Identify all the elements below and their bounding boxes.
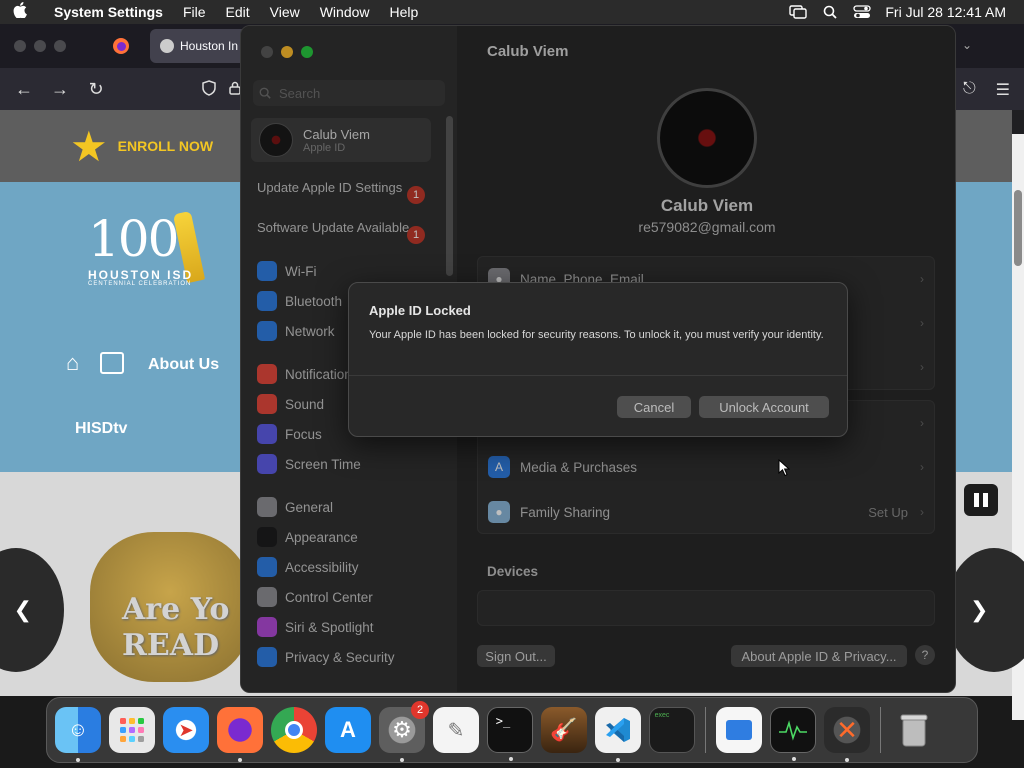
calendar-icon[interactable] <box>100 352 124 374</box>
hero-text: Are Yo READ <box>122 592 229 664</box>
browser-traffic-lights <box>0 40 66 52</box>
dialog-message: Your Apple ID has been locked for securi… <box>369 329 824 341</box>
spotlight-search-icon[interactable] <box>821 5 839 19</box>
menu-view[interactable]: View <box>260 4 310 20</box>
app-store-icon: A <box>340 717 356 742</box>
apple-id-locked-dialog: Apple ID Locked Your Apple ID has been l… <box>348 282 848 437</box>
dock-keynote[interactable] <box>716 707 762 753</box>
x-cross-icon: ✕ <box>836 714 858 745</box>
browser-scroll-thumb[interactable] <box>1014 190 1022 266</box>
terminal-icon: >_ <box>495 714 511 728</box>
hero-text-line-1: Are Yo <box>122 592 230 627</box>
safari-compass-icon: ➤ <box>178 719 194 740</box>
chevron-right-icon: ❯ <box>970 597 989 622</box>
menubar: System Settings File Edit View Window He… <box>0 0 1024 24</box>
browser-toolbar-right: ⎋ ☰ <box>963 80 1010 100</box>
activity-monitor-icon <box>779 720 807 741</box>
gear-icon: ⚙ <box>392 717 412 742</box>
apple-menu-icon[interactable] <box>0 1 40 23</box>
dock-separator <box>880 707 881 753</box>
menu-edit[interactable]: Edit <box>216 4 260 20</box>
dock-app-store[interactable]: A <box>325 707 371 753</box>
screen-mirroring-icon[interactable] <box>789 5 808 19</box>
hamburger-menu-icon[interactable]: ☰ <box>996 80 1010 100</box>
menu-help[interactable]: Help <box>380 4 429 20</box>
dock-terminal[interactable]: >_ <box>487 707 533 761</box>
dialog-title: Apple ID Locked <box>369 303 471 318</box>
textedit-icon: ✎ <box>447 719 465 742</box>
chrome-icon <box>285 721 303 739</box>
dock-textedit[interactable]: ✎ <box>433 707 479 753</box>
back-arrow-icon[interactable]: ← <box>6 79 42 100</box>
dock-separator <box>705 707 706 753</box>
dock-system-settings[interactable]: ⚙ 2 <box>379 701 429 762</box>
cancel-button[interactable]: Cancel <box>617 396 691 418</box>
browser-minimize-button[interactable] <box>34 40 46 52</box>
notification-badge: 2 <box>411 701 429 719</box>
browser-close-button[interactable] <box>14 40 26 52</box>
firefox-tab-icon[interactable] <box>106 31 136 61</box>
menu-window[interactable]: Window <box>310 4 380 20</box>
hisd-logo-sub: CENTENNIAL CELEBRATION <box>88 281 192 287</box>
browser-zoom-button[interactable] <box>54 40 66 52</box>
chevron-left-icon: ❮ <box>13 597 32 622</box>
enroll-now-link[interactable]: ENROLL NOW <box>118 138 213 154</box>
guitar-icon: 🎸 <box>550 717 578 742</box>
menu-file[interactable]: File <box>173 4 216 20</box>
dock: ☺ ➤ A ⚙ 2 ✎ >_ 🎸 exec ✕ <box>46 697 978 763</box>
tab-favicon-icon <box>160 39 174 53</box>
reload-icon[interactable]: ↻ <box>78 79 114 100</box>
menubar-clock[interactable]: Fri Jul 28 12:41 AM <box>885 4 1006 20</box>
mouse-cursor-icon <box>778 458 791 482</box>
keynote-icon <box>726 720 752 740</box>
dialog-divider <box>349 375 847 376</box>
tab-houston-isd[interactable]: Houston In <box>150 29 250 63</box>
tab-list-chevron-icon[interactable]: ⌄ <box>962 38 972 52</box>
about-us-link[interactable]: About Us <box>148 356 219 374</box>
vscode-icon <box>606 718 630 742</box>
dock-finder[interactable]: ☺ <box>55 707 101 762</box>
hisd-logo-org: HOUSTON ISD <box>88 268 194 282</box>
dock-vscode[interactable] <box>595 707 641 762</box>
unlock-account-button[interactable]: Unlock Account <box>699 396 829 418</box>
dock-firefox[interactable] <box>217 707 263 762</box>
exec-terminal-icon: exec <box>654 712 670 719</box>
dock-garageband[interactable]: 🎸 <box>541 707 587 753</box>
tab-title: Houston In <box>180 39 239 53</box>
dock-trash[interactable] <box>891 707 937 753</box>
hisdtv-link[interactable]: HISDtv <box>75 420 127 438</box>
menu-app-name[interactable]: System Settings <box>40 4 173 20</box>
forward-arrow-icon[interactable]: → <box>42 79 78 100</box>
dock-chrome[interactable] <box>271 707 317 753</box>
tracking-shield-icon[interactable] <box>196 79 222 99</box>
dock-safari[interactable]: ➤ <box>163 707 209 753</box>
launchpad-icon <box>120 718 144 742</box>
dock-activity-monitor[interactable] <box>770 707 816 761</box>
hero-text-line-2: READ <box>122 628 220 663</box>
carousel-pause-button[interactable] <box>964 484 998 516</box>
star-icon: ★ <box>70 122 108 170</box>
hisd-logo-number: 100 <box>88 210 179 268</box>
dock-launchpad[interactable] <box>109 707 155 753</box>
home-icon[interactable]: ⌂ <box>66 350 79 376</box>
control-center-icon[interactable] <box>853 5 872 19</box>
dock-exec[interactable]: exec <box>649 707 695 753</box>
finder-icon: ☺ <box>67 718 89 741</box>
extensions-icon[interactable]: ⎋ <box>963 80 976 100</box>
dock-x-app[interactable]: ✕ <box>824 707 870 762</box>
trash-icon <box>900 714 928 747</box>
